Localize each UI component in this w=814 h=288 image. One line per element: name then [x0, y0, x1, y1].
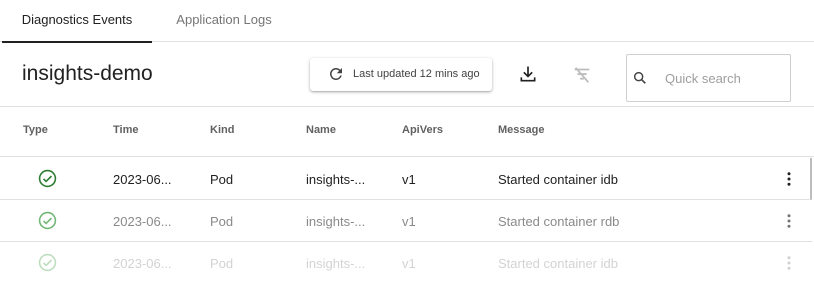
search-input[interactable]: [665, 68, 785, 88]
cell-time: 2023-06...: [113, 214, 172, 229]
tab-diagnostics-events[interactable]: Diagnostics Events: [2, 0, 152, 43]
cell-kind: Pod: [210, 172, 234, 187]
cell-message: Started container rdb: [498, 214, 620, 229]
cell-message: Started container idb: [498, 256, 618, 271]
table-row[interactable]: 2023-06... Pod insights-... v1 Started c…: [0, 158, 812, 200]
more-vert-icon[interactable]: [780, 169, 798, 189]
cell-apivers: v1: [402, 172, 416, 187]
table-header: Type Time Kind Name ApiVers Message: [0, 107, 814, 157]
check-circle-icon: [38, 169, 57, 188]
check-circle-icon: [38, 253, 57, 272]
cell-name: insights-...: [306, 214, 366, 229]
cell-message: Started container idb: [498, 172, 618, 187]
column-header-time[interactable]: Time: [113, 124, 138, 136]
cell-kind: Pod: [210, 214, 234, 229]
refresh-button[interactable]: Last updated 12 mins ago: [310, 58, 492, 91]
cell-name: insights-...: [306, 256, 366, 271]
table-row[interactable]: 2023-06... Pod insights-... v1 Started c…: [0, 200, 812, 242]
active-tab-indicator: [2, 41, 152, 43]
download-icon[interactable]: [518, 64, 538, 84]
cell-name: insights-...: [306, 172, 366, 187]
search-icon: [633, 71, 646, 84]
cell-time: 2023-06...: [113, 172, 172, 187]
tab-bar: Diagnostics Events Application Logs: [0, 0, 814, 43]
search-box: [626, 54, 791, 102]
column-header-message[interactable]: Message: [498, 124, 544, 136]
table-row[interactable]: 2023-06... Pod insights-... v1 Started c…: [0, 242, 812, 284]
column-header-apivers[interactable]: ApiVers: [402, 124, 443, 136]
more-vert-icon[interactable]: [780, 253, 798, 273]
column-header-type[interactable]: Type: [23, 124, 48, 136]
page-title: insights-demo: [22, 62, 153, 85]
check-circle-icon: [38, 211, 57, 230]
column-header-name[interactable]: Name: [306, 124, 336, 136]
cell-apivers: v1: [402, 214, 416, 229]
refresh-icon: [330, 68, 342, 80]
cell-apivers: v1: [402, 256, 416, 271]
cell-kind: Pod: [210, 256, 234, 271]
cell-time: 2023-06...: [113, 256, 172, 271]
tab-application-logs[interactable]: Application Logs: [152, 0, 296, 42]
refresh-label: Last updated 12 mins ago: [353, 68, 480, 80]
filter-off-icon[interactable]: [571, 64, 593, 86]
tab-diagnostics-events-label: Diagnostics Events: [21, 12, 133, 27]
column-header-kind[interactable]: Kind: [210, 124, 234, 136]
tab-application-logs-label: Application Logs: [176, 12, 272, 27]
more-vert-icon[interactable]: [780, 211, 798, 231]
